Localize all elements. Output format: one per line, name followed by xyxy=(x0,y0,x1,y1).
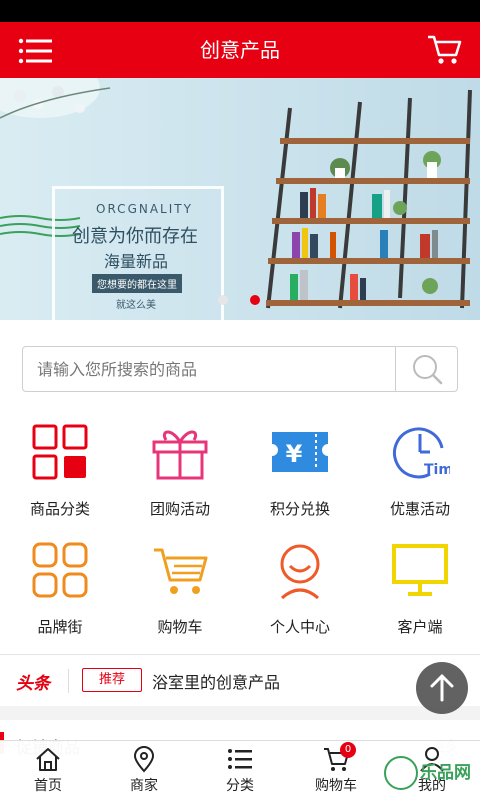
category-label: 个人中心 xyxy=(269,618,330,636)
banner-slogan: 创意为你而存在 xyxy=(72,226,198,247)
carousel-dot-2[interactable] xyxy=(250,295,260,305)
category-product-classify[interactable]: 商品分类 xyxy=(0,422,120,542)
tab-label: 首页 xyxy=(34,778,62,794)
watermark-text: 乐品网 xyxy=(420,763,471,783)
arrow-up-icon xyxy=(430,674,454,702)
headline-link[interactable]: 浴室里的创意产品 xyxy=(152,669,280,693)
monitor-icon xyxy=(392,544,448,596)
category-label: 优惠活动 xyxy=(389,500,450,518)
banner-brand: ORCGNALITY xyxy=(96,202,193,216)
tab-categories[interactable]: 分类 xyxy=(192,741,288,800)
category-discount[interactable]: Time 优惠活动 xyxy=(360,422,480,542)
category-client[interactable]: 客户端 xyxy=(360,540,480,660)
grid-icon xyxy=(32,424,88,480)
app-header: 创意产品 xyxy=(0,22,480,78)
home-icon xyxy=(36,748,60,771)
page-title: 创意产品 xyxy=(200,38,280,62)
leaf-logo-icon xyxy=(384,756,418,790)
tab-label: 购物车 xyxy=(315,778,357,794)
tab-cart[interactable]: 0 购物车 xyxy=(288,741,384,800)
divider xyxy=(68,669,69,693)
tab-label: 分类 xyxy=(226,778,254,794)
brand-grid-icon xyxy=(32,542,88,598)
tab-merchants[interactable]: 商家 xyxy=(96,741,192,800)
list-icon xyxy=(228,749,252,769)
svg-text:Time: Time xyxy=(424,462,450,478)
category-label: 商品分类 xyxy=(29,500,90,518)
carousel-dot-1[interactable] xyxy=(218,295,228,305)
status-bar xyxy=(0,0,480,22)
recommend-badge: 推荐 xyxy=(82,668,142,692)
svg-text:¥: ¥ xyxy=(286,440,303,468)
search-button[interactable] xyxy=(395,347,457,391)
category-group-buy[interactable]: 团购活动 xyxy=(120,422,240,542)
person-icon xyxy=(280,544,320,600)
ticket-yen-icon: ¥ xyxy=(272,432,328,472)
tab-home[interactable]: 首页 xyxy=(0,741,96,800)
clock-time-icon: Time xyxy=(393,427,450,479)
banner-tagline: 就这么美 xyxy=(116,300,156,311)
cart-icon xyxy=(428,35,462,64)
main-content: 商品分类 团购活动 ¥ 积分兑换 Time 优惠活动 xyxy=(0,320,480,700)
banner-tag: 您想要的都在这里 xyxy=(92,274,182,293)
category-brand-street[interactable]: 品牌街 xyxy=(0,540,120,660)
location-pin-icon xyxy=(133,746,155,773)
site-watermark: 乐品网 xyxy=(384,752,480,798)
search-input[interactable] xyxy=(23,347,395,391)
category-label: 购物车 xyxy=(157,618,203,636)
search-bar xyxy=(22,346,458,392)
headline-label: 头条 xyxy=(16,674,50,694)
cart-count-badge: 0 xyxy=(340,742,356,758)
back-to-top-button[interactable] xyxy=(416,662,468,714)
shopping-cart-icon xyxy=(154,548,208,594)
banner-subtitle: 海量新品 xyxy=(104,252,169,271)
category-label: 品牌街 xyxy=(37,618,83,636)
category-label: 客户端 xyxy=(397,618,443,636)
gift-icon xyxy=(152,430,208,480)
category-personal-center[interactable]: 个人中心 xyxy=(240,540,360,660)
headline-news: 头条 推荐 浴室里的创意产品 xyxy=(0,654,480,706)
promo-banner[interactable]: ORCGNALITY 创意为你而存在 海量新品 您想要的都在这里 就这么美 xyxy=(0,78,480,320)
header-cart-button[interactable] xyxy=(426,34,462,66)
search-icon xyxy=(413,355,443,385)
category-points-exchange[interactable]: ¥ 积分兑换 xyxy=(240,422,360,542)
tab-label: 商家 xyxy=(130,778,158,794)
category-label: 团购活动 xyxy=(149,500,210,518)
category-label: 积分兑换 xyxy=(269,500,330,518)
category-shopping-cart[interactable]: 购物车 xyxy=(120,540,240,660)
